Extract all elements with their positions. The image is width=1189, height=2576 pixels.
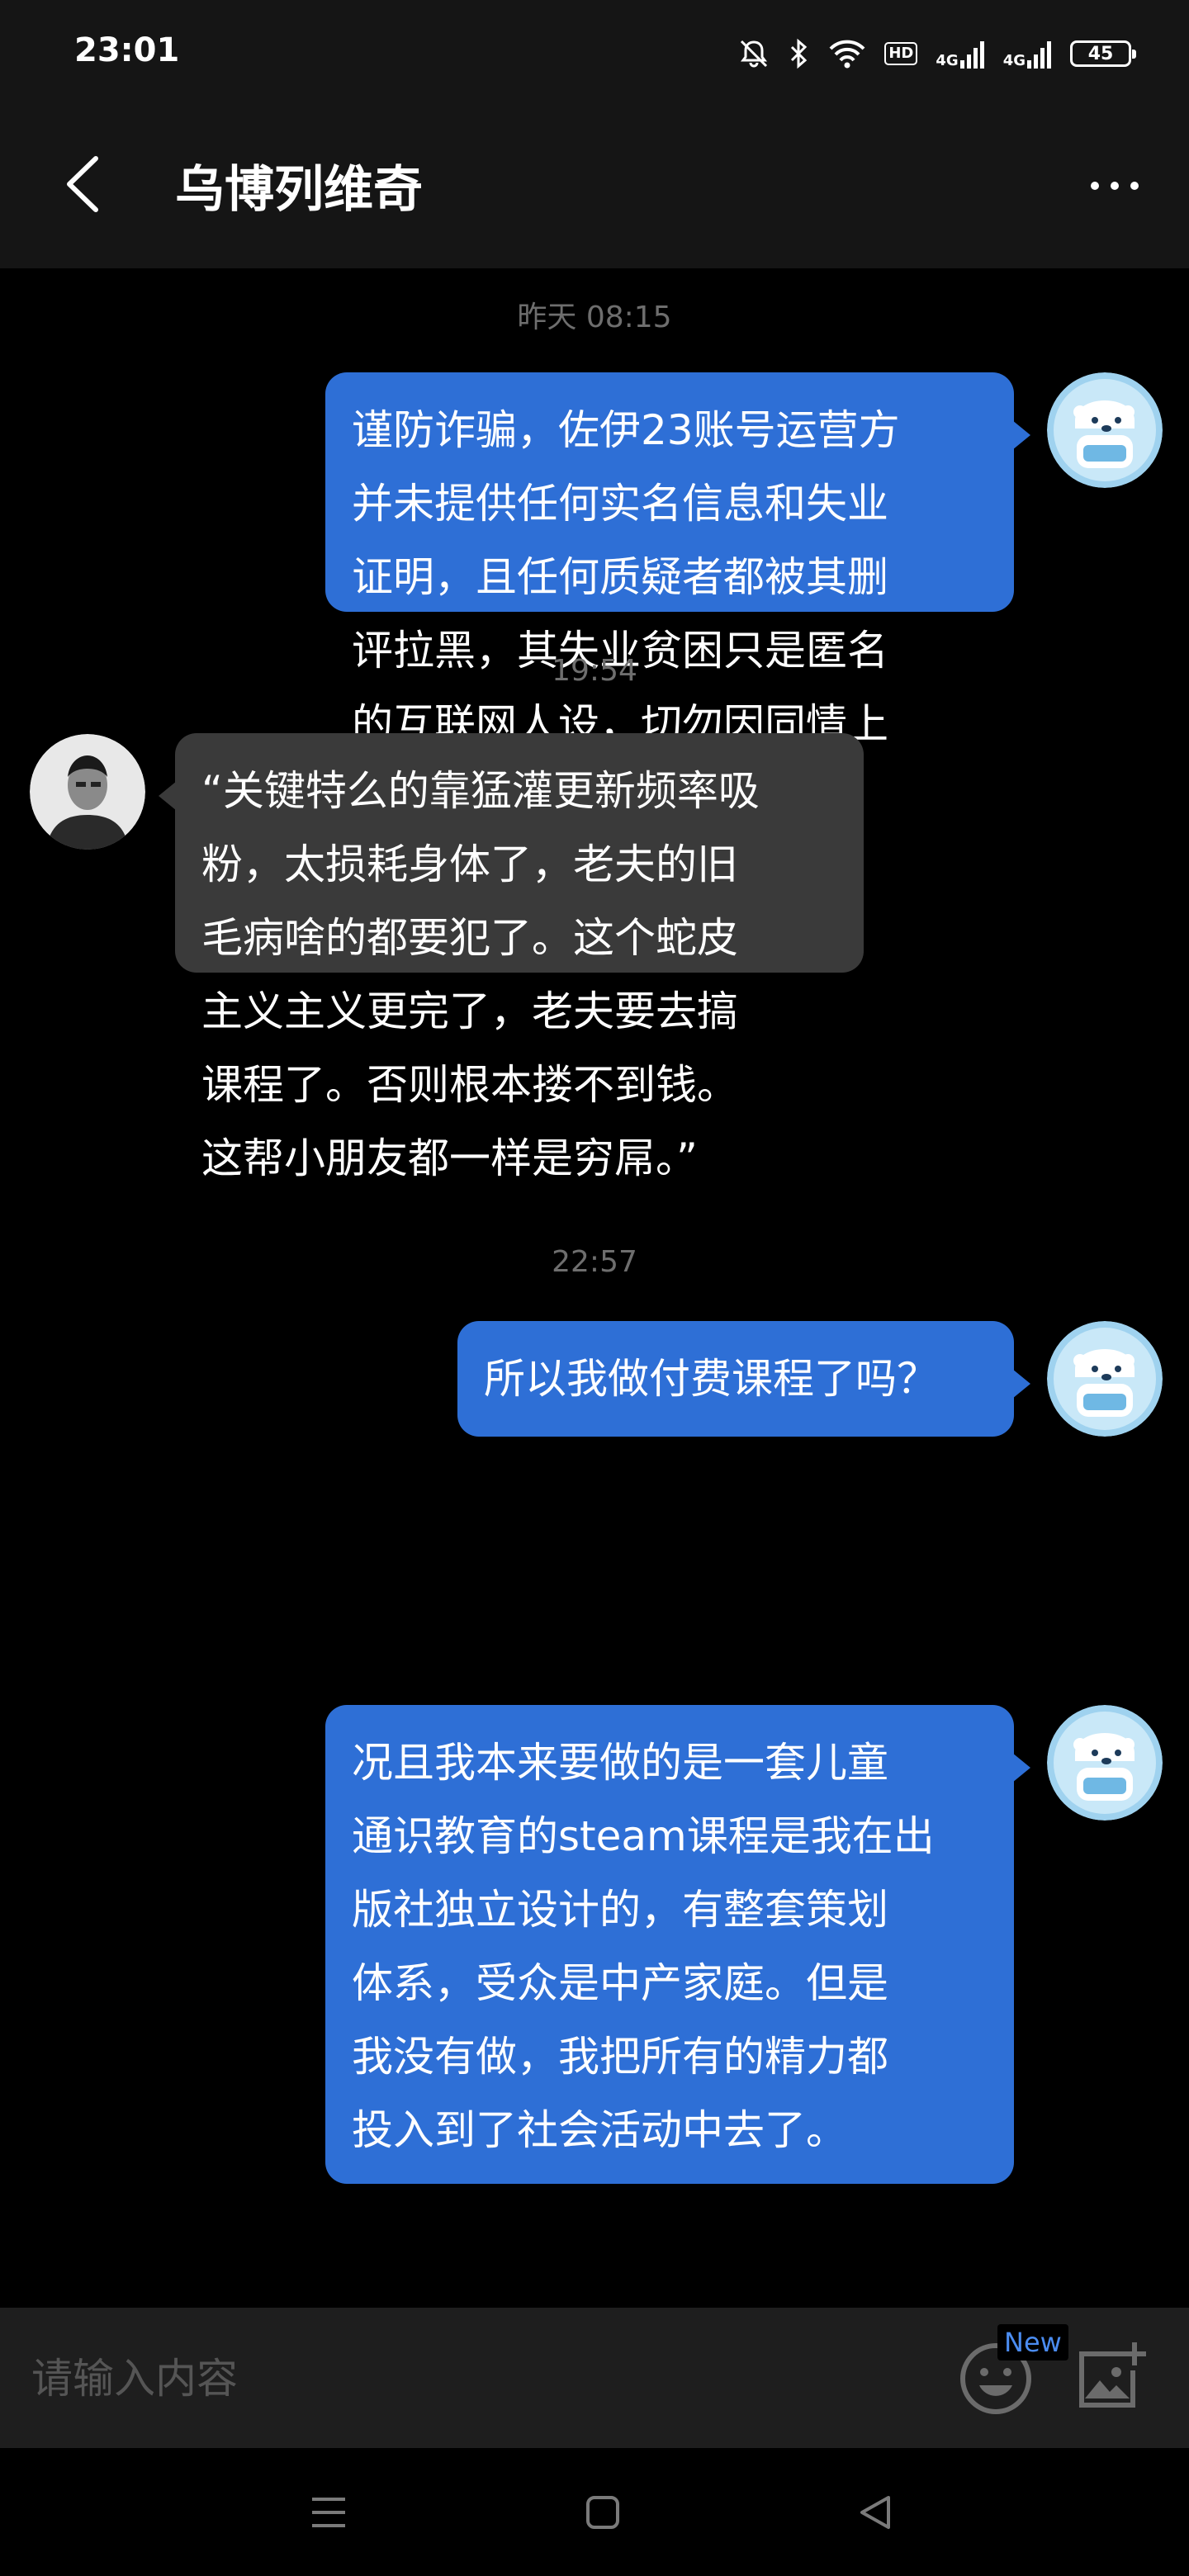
signal-icon: 4G xyxy=(1003,39,1052,69)
signal-label: 4G xyxy=(936,52,959,69)
add-image-icon xyxy=(1070,2342,1149,2420)
message-input[interactable] xyxy=(30,2332,925,2425)
bluetooth-icon xyxy=(789,37,810,70)
back-nav-button[interactable] xyxy=(842,2481,908,2547)
message-bubble-sent[interactable]: 谨防诈骗，佐伊23账号运营方 并未提供任何实名信息和失业 证明，且任何质疑者都被… xyxy=(325,372,1030,822)
polar-bear-avatar[interactable] xyxy=(1047,1705,1163,1821)
emoji-icon xyxy=(958,2343,1034,2420)
mute-icon xyxy=(737,37,770,70)
battery-icon: 45 xyxy=(1070,40,1136,67)
signal-icon: 4G xyxy=(936,39,984,69)
chat-area[interactable]: 昨天 08:15 谨防诈骗，佐伊23账号运营方 并未提供任何实名信息和失业 证明… xyxy=(0,268,1189,2308)
back-arrow-icon xyxy=(64,155,101,216)
home-button[interactable] xyxy=(570,2481,636,2547)
portrait-avatar[interactable] xyxy=(30,734,145,850)
input-bar: New xyxy=(0,2308,1189,2448)
add-image-button[interactable] xyxy=(1070,2337,1149,2417)
back-triangle-icon xyxy=(857,2494,893,2534)
more-dot xyxy=(1091,182,1099,190)
status-icons: HD 4G 4G 45 xyxy=(737,33,1136,74)
app-header: 乌博列维奇 xyxy=(0,107,1189,268)
hd-icon: HD xyxy=(884,42,918,65)
timestamp: 22:57 xyxy=(552,1245,637,1279)
message-bubble-sent[interactable]: 况且我本来要做的是一套儿童 通识教育的steam课程是我在出 版社独立设计的，有… xyxy=(325,1705,1030,2184)
system-nav-bar xyxy=(0,2448,1189,2576)
polar-bear-avatar[interactable] xyxy=(1047,372,1163,488)
more-dot xyxy=(1111,182,1119,190)
status-time: 23:01 xyxy=(74,31,180,69)
wifi-icon xyxy=(828,37,866,70)
home-square-icon xyxy=(585,2494,621,2534)
signal-label: 4G xyxy=(1002,52,1026,69)
timestamp: 19:54 xyxy=(552,654,637,688)
new-badge: New xyxy=(997,2324,1068,2361)
more-button[interactable] xyxy=(1073,153,1156,219)
polar-bear-avatar[interactable] xyxy=(1047,1321,1163,1437)
menu-button[interactable] xyxy=(296,2481,362,2547)
page-title: 乌博列维奇 xyxy=(175,161,423,219)
back-button[interactable] xyxy=(50,153,116,219)
more-dot xyxy=(1130,182,1139,190)
message-bubble-sent[interactable]: 所以我做付费课程了吗？ xyxy=(457,1321,1030,1437)
message-bubble-received[interactable]: “关键特么的靠猛灌更新频率吸 粉，太损耗身体了，老夫的旧 毛病啥的都要犯了。这个… xyxy=(159,733,864,1182)
status-bar: 23:01 HD 4G 4G 45 xyxy=(0,0,1189,107)
timestamp: 昨天 08:15 xyxy=(517,301,672,334)
menu-icon xyxy=(309,2494,348,2534)
